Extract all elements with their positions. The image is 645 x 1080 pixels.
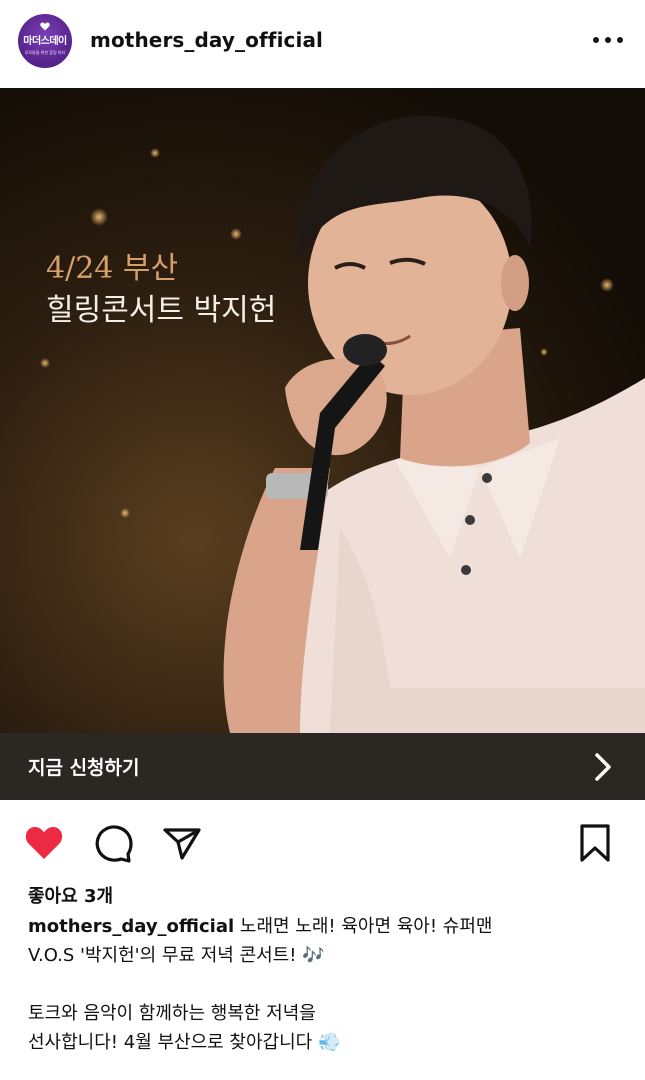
caption-line: 토크와 음악이 함께하는 행복한 저녁을 [28, 1003, 316, 1024]
chevron-right-icon [595, 752, 611, 781]
more-horizontal-icon [617, 37, 623, 43]
avatar[interactable]: 마더스데이 부모들을 위한 힐링 파티 [18, 14, 72, 68]
caption-line: V.O.S '박지헌'의 무료 저녁 콘서트! 🎶 [28, 945, 325, 966]
share-icon[interactable] [160, 821, 204, 865]
more-options-button[interactable] [593, 30, 623, 50]
avatar-logo-text: 마더스데이 [23, 35, 67, 47]
post-header: 마더스데이 부모들을 위한 힐링 파티 mothers_day_official [0, 0, 645, 86]
caption-username[interactable]: mothers_day_official [28, 916, 234, 937]
heart-filled-icon[interactable] [22, 821, 66, 865]
caption: mothers_day_official 노래면 노래! 육아면 육아! 슈퍼맨… [28, 912, 628, 1057]
avatar-subtext: 부모들을 위한 힐링 파티 [24, 49, 66, 55]
caption-line: mothers_day_official 노래면 노래! 육아면 육아! 슈퍼맨 [28, 912, 628, 941]
promo-title: 힐링콘서트 박지헌 [46, 293, 277, 328]
bookmark-icon[interactable] [573, 821, 617, 865]
caption-line: 선사합니다! 4월 부산으로 찾아갑니다 💨 [28, 1032, 341, 1053]
more-horizontal-icon [593, 37, 599, 43]
post-image[interactable]: 4/24 부산 힐링콘서트 박지헌 [0, 88, 645, 733]
likes-number: 3개 [83, 886, 114, 907]
caption-text: 노래면 노래! 육아면 육아! 슈퍼맨 [234, 916, 493, 937]
likes-count[interactable]: 좋아요 3개 [28, 882, 113, 908]
comment-icon[interactable] [92, 821, 136, 865]
avatar-heart-icon [40, 22, 50, 31]
promo-date: 4/24 부산 [46, 251, 179, 286]
username[interactable]: mothers_day_official [90, 28, 323, 52]
more-horizontal-icon [605, 37, 611, 43]
apply-now-bar[interactable]: 지금 신청하기 [0, 733, 645, 800]
singer-illustration [223, 115, 645, 733]
likes-label: 좋아요 [28, 886, 78, 907]
apply-now-label: 지금 신청하기 [28, 757, 140, 779]
post-actions [0, 815, 645, 871]
